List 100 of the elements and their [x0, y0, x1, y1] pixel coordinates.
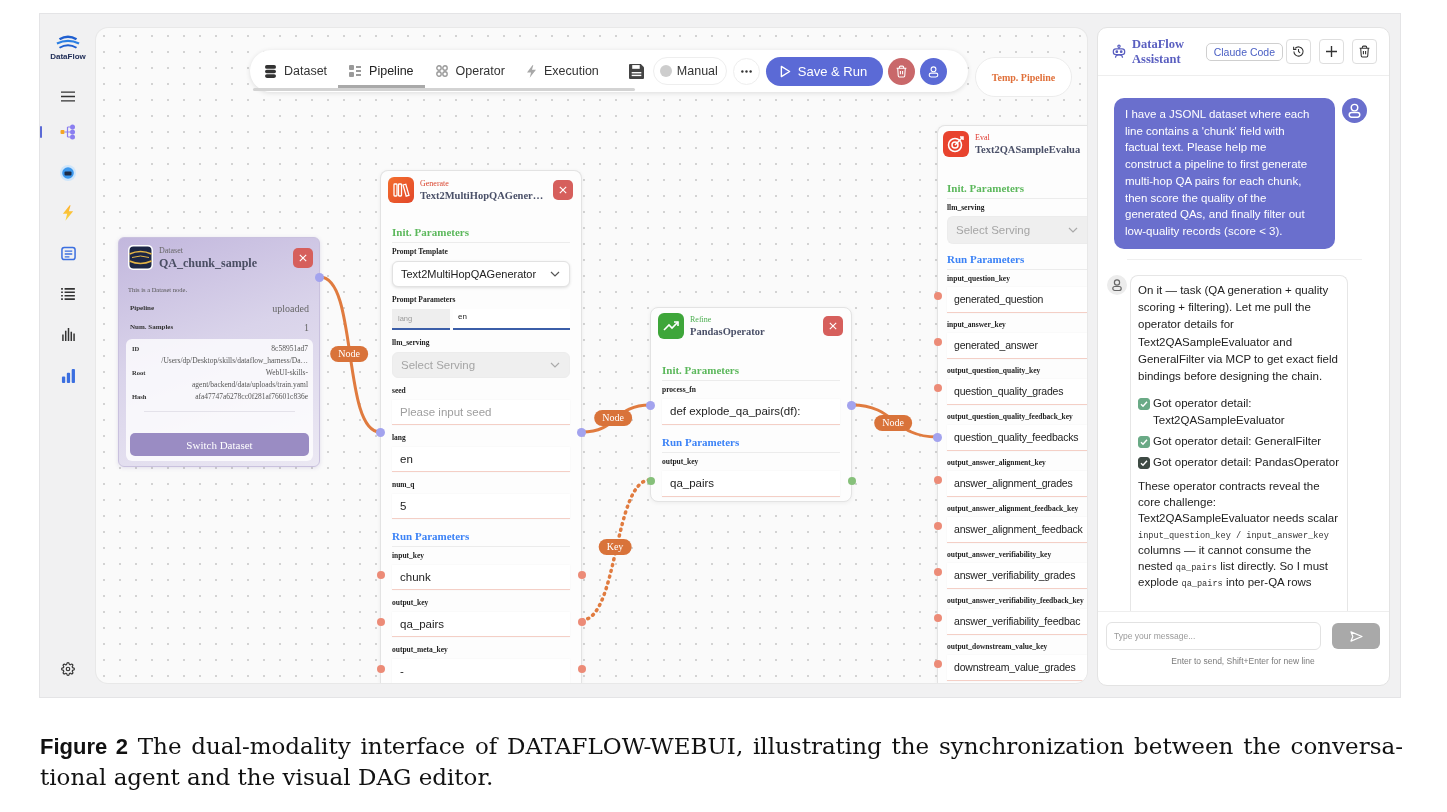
node-title: PandasOperator [690, 324, 765, 338]
section-heading: Init. Parameters [662, 363, 740, 377]
message-text: These operator contracts reveal the core challenge: Text2QASampleEvaluator needs scalar input_question_key / input_answer_key columns — it cannot consume the nested qa_pairs list directly. So I must explode qa_pairs into per-QA rows [1138, 479, 1340, 591]
port-dot-icon[interactable] [933, 384, 942, 392]
port-dot-icon[interactable] [646, 476, 655, 485]
text-input[interactable]: chunk [392, 565, 570, 590]
agent-selector[interactable]: Claude Code [1205, 42, 1283, 61]
text-input[interactable]: answer_verifiability_grades [947, 563, 1087, 589]
port-dot-icon[interactable] [376, 664, 385, 673]
port-dot-icon[interactable] [577, 617, 586, 626]
bar-chart-icon [61, 328, 75, 342]
plus-icon [1326, 46, 1337, 57]
toolbar-tab[interactable]: Execution [515, 54, 610, 88]
toolbar-tab[interactable]: Operator [424, 54, 516, 88]
port-dot-icon[interactable] [376, 428, 385, 437]
history-button[interactable] [1286, 39, 1311, 64]
port-dot-icon[interactable] [376, 617, 385, 626]
stat-value: uploaded [272, 302, 309, 315]
more-button[interactable] [732, 57, 760, 85]
text-input[interactable]: question_quality_grades [947, 379, 1087, 405]
trash-icon [1358, 45, 1371, 58]
port-dot-icon[interactable] [577, 570, 586, 579]
node-title: Text2MultiHopQAGener… [420, 188, 544, 202]
step-text: Got operator detail: GeneralFilter [1153, 434, 1322, 450]
lightning-icon [526, 64, 536, 78]
port-dot-icon[interactable] [933, 292, 942, 300]
text-input[interactable]: qa_pairs [392, 612, 570, 637]
section-heading: Run Parameters [662, 435, 741, 449]
history-icon [1292, 45, 1305, 58]
chevron-down-icon [1068, 227, 1078, 233]
robot-icon [1112, 44, 1126, 59]
select-field[interactable]: Text2MultiHopQAGenerator [392, 261, 570, 287]
port-dot-icon[interactable] [376, 570, 385, 579]
text-input[interactable]: - [392, 659, 570, 683]
flow-tree-icon [60, 124, 76, 141]
node-title: QA_chunk_sample [159, 255, 258, 270]
port-dot-icon[interactable] [847, 401, 856, 410]
edge-label: Key [598, 539, 632, 555]
port-dot-icon[interactable] [933, 660, 942, 668]
chevron-down-icon [550, 362, 560, 368]
text-input[interactable]: answer_alignment_grades [947, 471, 1087, 497]
send-icon [1349, 630, 1363, 642]
port-dot-icon[interactable] [933, 476, 942, 484]
close-icon [829, 322, 837, 330]
port-dot-icon[interactable] [933, 614, 942, 622]
port-dot-icon[interactable] [933, 522, 942, 530]
edge-label: Node [330, 346, 368, 362]
rising-bars-icon [60, 367, 76, 383]
panel-title: DataFlow Assistant [1132, 36, 1186, 67]
text-input[interactable]: answer_alignment_feedback [947, 517, 1087, 543]
port-dot-icon[interactable] [646, 401, 655, 410]
menu-icon [61, 90, 75, 102]
figure-caption: Figure 2 The dual-modality interface of DATAFLOW-WEBUI, illustrating the synchronization between the conversa-tional agent and the visual DAG editor. [40, 732, 1403, 792]
ellipsis-icon [740, 69, 752, 73]
message-text: On it — task (QA generation + quality scoring + filtering). Let me pull the operator details for Text2QASampleEvaluator and GeneralFilter via MCP to get exact field bindings before designing the chain. [1138, 282, 1339, 385]
send-button[interactable] [1332, 623, 1380, 649]
port-dot-icon[interactable] [315, 273, 324, 282]
stat-value: 1 [304, 321, 309, 334]
trash-icon [895, 64, 909, 78]
close-button[interactable] [823, 316, 843, 336]
user-avatar-icon [1342, 98, 1367, 123]
node-category: Refine [690, 314, 713, 325]
close-button[interactable] [293, 247, 313, 268]
text-input[interactable]: def explode_qa_pairs(df): [662, 399, 840, 425]
node-category: Eval [975, 132, 991, 143]
database-icon [265, 64, 276, 78]
assistant-avatar-icon [1107, 274, 1127, 295]
text-input[interactable]: question_quality_feedbacks [947, 425, 1087, 451]
edge-label: Node [874, 415, 912, 431]
node-title: Text2QASampleEvalua [975, 142, 1081, 156]
logo-text: DataFlow [50, 52, 86, 62]
port-dot-icon[interactable] [577, 428, 586, 437]
port-dot-icon[interactable] [933, 338, 942, 346]
step-text: Got operator detail: Text2QASampleEvaluator [1153, 396, 1286, 429]
user-button[interactable] [920, 57, 948, 85]
save-run-button[interactable]: Save & Run [765, 56, 884, 86]
new-chat-button[interactable] [1319, 39, 1344, 64]
text-input[interactable]: generated_answer [947, 333, 1087, 359]
delete-button[interactable] [888, 57, 916, 85]
close-icon [299, 253, 307, 262]
port-dot-icon[interactable] [847, 476, 856, 485]
text-input[interactable]: 5 [392, 494, 570, 519]
text-input[interactable]: generated_question [947, 287, 1087, 313]
port-dot-icon[interactable] [577, 664, 586, 673]
section-heading: Init. Parameters [947, 181, 1025, 195]
step-text: Got operator detail: PandasOperator [1153, 455, 1340, 471]
port-dot-icon[interactable] [933, 568, 942, 576]
disk-icon [60, 164, 76, 181]
text-input[interactable]: downstream_value_grades [947, 655, 1087, 681]
clear-chat-button[interactable] [1352, 39, 1377, 64]
close-icon [559, 186, 567, 194]
close-button[interactable] [553, 180, 573, 200]
pipeline-icon [349, 65, 362, 77]
text-input[interactable]: answer_verifiability_feedbac [947, 609, 1087, 635]
toolbar-tab[interactable]: Dataset [254, 54, 339, 88]
port-dot-icon[interactable] [933, 433, 942, 442]
text-input[interactable]: qa_pairs [662, 471, 840, 497]
text-input[interactable]: en [392, 447, 570, 472]
section-heading: Init. Parameters [392, 225, 470, 239]
edge-label: Node [594, 410, 632, 426]
